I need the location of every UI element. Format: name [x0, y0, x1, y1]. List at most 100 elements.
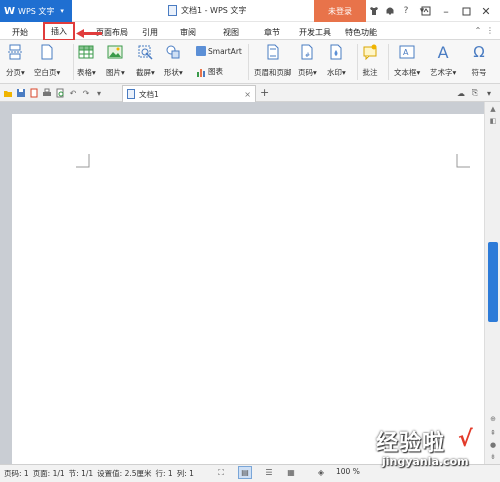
- tab-features[interactable]: 特色功能: [342, 24, 380, 40]
- tab-view[interactable]: 视图: [217, 24, 245, 40]
- tab-references[interactable]: 引用: [136, 24, 164, 40]
- shape-button[interactable]: 形状▾: [164, 43, 183, 78]
- save-icon[interactable]: [15, 87, 27, 99]
- shape-label: 形状▾: [164, 68, 183, 77]
- page-break-button[interactable]: 分页▾: [6, 43, 25, 78]
- text-box-label: 文本框▾: [394, 68, 421, 77]
- tab-list-icon[interactable]: ▾: [482, 87, 496, 99]
- redo-icon[interactable]: ↷: [80, 87, 92, 99]
- margin-corner-top-right: [456, 154, 470, 168]
- close-tab-icon[interactable]: ×: [244, 90, 251, 99]
- document-icon: [168, 5, 177, 16]
- reading-mode-icon[interactable]: ◈: [314, 466, 328, 479]
- document-icon: [127, 89, 135, 99]
- shape-icon: [164, 43, 182, 61]
- document-tab[interactable]: 文档1 ×: [122, 85, 256, 102]
- chevron-up-icon[interactable]: ⌃: [472, 24, 484, 36]
- page-view-icon[interactable]: ▤: [238, 466, 252, 479]
- screenshot-button[interactable]: 截屏▾: [136, 43, 155, 78]
- fullscreen-view-icon[interactable]: ⛶: [214, 466, 228, 479]
- title-bar: W WPS 文字 ▾ 文档1 - WPS 文字 未登录 ? ▾ – ✕: [0, 0, 500, 22]
- tab-start[interactable]: 开始: [6, 24, 34, 40]
- comment-icon: [361, 43, 379, 61]
- app-menu-button[interactable]: W WPS 文字 ▾: [0, 0, 72, 22]
- undo-icon[interactable]: ↶: [67, 87, 79, 99]
- tab-developer[interactable]: 开发工具: [296, 24, 334, 40]
- smartart-button[interactable]: SmartArt: [196, 46, 242, 56]
- print-preview-icon[interactable]: [54, 87, 66, 99]
- blank-page-button[interactable]: 空白页▾: [34, 43, 60, 78]
- shirt-icon[interactable]: [367, 4, 381, 18]
- header-footer-button[interactable]: 页眉和页脚: [254, 43, 292, 78]
- chart-button[interactable]: 图表: [196, 66, 223, 77]
- status-page: 页码: 1: [4, 469, 29, 478]
- header-footer-icon: [264, 43, 282, 61]
- help-icon[interactable]: ?: [399, 4, 413, 18]
- web-view-icon[interactable]: ▦: [284, 466, 298, 479]
- share-icon[interactable]: ⎘: [468, 87, 482, 99]
- close-button[interactable]: ✕: [476, 1, 496, 21]
- minimize-button[interactable]: –: [436, 1, 456, 21]
- svg-text:#: #: [305, 52, 310, 59]
- zoom-icon[interactable]: ⊕: [488, 414, 498, 424]
- red-arrow-annotation: [76, 29, 102, 38]
- picture-button[interactable]: 图片▾: [106, 43, 125, 78]
- print-icon[interactable]: [41, 87, 53, 99]
- status-col: 列: 1: [176, 469, 194, 478]
- ribbon-tabs: 开始 插入 页面布局 引用 审阅 视图 章节 开发工具 特色功能 ⌃ ⋮: [0, 22, 500, 41]
- word-art-label: 艺术字▾: [430, 68, 457, 77]
- chart-icon: [196, 67, 206, 77]
- cloud-icon[interactable]: ☁: [454, 87, 468, 99]
- table-icon: [77, 43, 95, 61]
- text-box-icon: A: [398, 43, 416, 61]
- app-name: WPS 文字: [18, 6, 55, 16]
- open-folder-icon[interactable]: [2, 87, 14, 99]
- export-icon[interactable]: [28, 87, 40, 99]
- document-tab-label: 文档1: [139, 89, 159, 99]
- side-panel-icon[interactable]: ◧: [488, 116, 498, 126]
- status-pages: 页面: 1/1: [32, 469, 65, 478]
- outline-view-icon[interactable]: ☰: [262, 466, 276, 479]
- checkmark-icon: √: [458, 427, 473, 452]
- text-box-button[interactable]: A 文本框▾: [394, 43, 420, 78]
- screenshot-label: 截屏▾: [136, 68, 155, 77]
- omega-icon: Ω: [473, 43, 485, 61]
- maximize-button[interactable]: [456, 1, 476, 21]
- vertical-scrollbar[interactable]: ▲ ◧ ⊕ ⇞ ● ⇟: [484, 102, 500, 464]
- watermark-button[interactable]: 水印▾: [327, 43, 346, 78]
- more-icon[interactable]: ⋮: [484, 24, 496, 36]
- page-break-label: 分页▾: [6, 68, 25, 77]
- ribbon-separator: [388, 44, 389, 80]
- chevron-down-icon: ▾: [60, 7, 64, 15]
- wps-logo-icon: W: [4, 5, 16, 17]
- comment-button[interactable]: 批注: [361, 43, 379, 78]
- tab-insert[interactable]: 插入: [43, 22, 75, 41]
- site-watermark: 经验啦 √ jingyanla.com: [340, 425, 496, 477]
- tab-review[interactable]: 审阅: [174, 24, 202, 40]
- smartart-label: SmartArt: [208, 46, 242, 56]
- watermark-icon: [327, 43, 345, 61]
- document-page[interactable]: [12, 114, 486, 474]
- header-footer-label: 页眉和页脚: [254, 68, 292, 77]
- scroll-up-icon[interactable]: ▲: [488, 104, 498, 114]
- customize-dropdown-icon[interactable]: ▾: [93, 87, 105, 99]
- blank-page-icon: [38, 43, 56, 61]
- tab-chapter[interactable]: 章节: [258, 24, 286, 40]
- symbol-button[interactable]: Ω 符号: [470, 43, 488, 78]
- status-row: 行: 1: [155, 469, 173, 478]
- table-label: 表格▾: [77, 68, 96, 77]
- document-workspace: [0, 102, 486, 474]
- watermark-label: 水印▾: [327, 68, 346, 77]
- new-tab-button[interactable]: +: [260, 86, 269, 99]
- status-section: 节: 1/1: [68, 469, 94, 478]
- restore-ribbon-icon[interactable]: [416, 1, 436, 21]
- page-number-button[interactable]: # 页码▾: [298, 43, 317, 78]
- watermark-url: jingyanla.com: [382, 455, 469, 468]
- bell-icon[interactable]: [383, 4, 397, 18]
- scrollbar-thumb[interactable]: [488, 242, 498, 322]
- login-button[interactable]: 未登录: [314, 0, 366, 22]
- margin-corner-top-left: [76, 154, 90, 168]
- ribbon-separator: [73, 44, 74, 80]
- table-button[interactable]: 表格▾: [77, 43, 96, 78]
- word-art-button[interactable]: A 艺术字▾: [430, 43, 456, 78]
